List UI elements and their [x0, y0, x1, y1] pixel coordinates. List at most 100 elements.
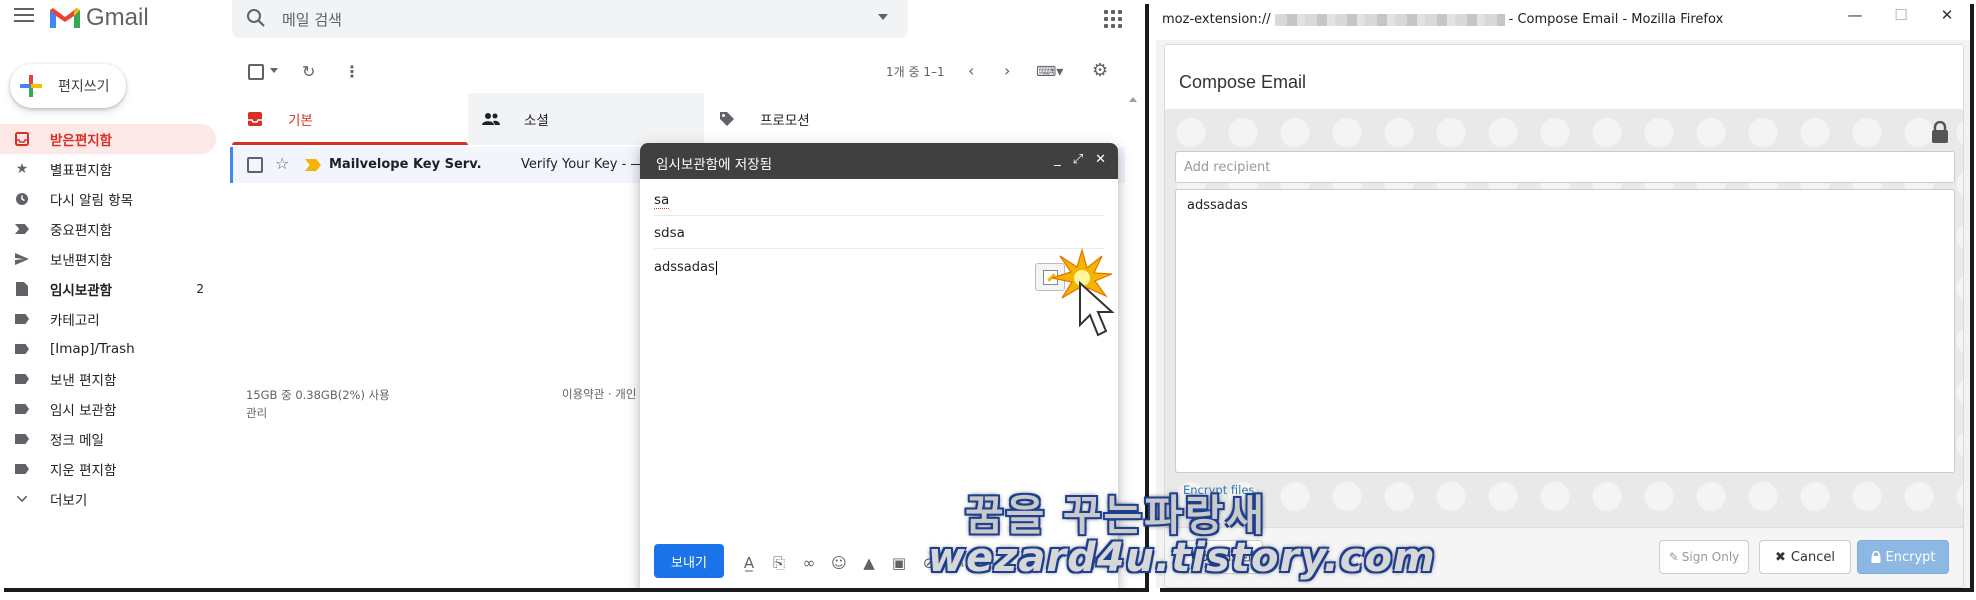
tab-social[interactable]: 소셜	[468, 93, 704, 145]
tab-promotions[interactable]: 프로모션	[704, 93, 940, 145]
pagination-text: 1개 중 1–1	[886, 65, 945, 79]
compose-button[interactable]: 편지쓰기	[10, 64, 126, 108]
expand-icon[interactable]: ⤢	[1073, 152, 1083, 167]
drive-icon[interactable]: ▲	[860, 554, 878, 572]
sidebar-item-label: 더보기	[50, 493, 88, 509]
more-options-icon[interactable]: ⋮	[344, 64, 360, 80]
keyboard-icon[interactable]: ⌨▾	[1036, 64, 1063, 80]
close-icon[interactable]: ✕	[1095, 152, 1106, 167]
sidebar-item-imap-trash[interactable]: [Imap]/Trash	[0, 334, 216, 364]
importance-marker-icon[interactable]	[305, 159, 321, 171]
window-minimize-button[interactable]: —	[1832, 6, 1878, 24]
clock-icon	[14, 191, 30, 207]
window-titlebar[interactable]: moz-extension:// - Compose Email - Mozill…	[1156, 0, 1970, 40]
sidebar-item-sent-folder[interactable]: 보낸 편지함	[0, 364, 216, 394]
search-options-icon[interactable]	[878, 14, 888, 20]
sidebar-item-label: 중요편지함	[50, 223, 113, 239]
cancel-label: Cancel	[1790, 549, 1835, 565]
to-field[interactable]: sa	[654, 183, 1104, 216]
search-bar[interactable]: 메일 검색	[232, 0, 908, 38]
blurred-url	[1274, 13, 1505, 26]
select-options-icon[interactable]	[270, 68, 278, 73]
recipient-input[interactable]: Add recipient	[1175, 151, 1955, 183]
gmail-m-icon	[50, 8, 80, 28]
plus-icon	[20, 75, 42, 97]
text-format-icon[interactable]: A̲	[740, 554, 758, 572]
label-icon	[14, 461, 30, 477]
select-all-checkbox[interactable]	[248, 64, 264, 80]
sidebar-item-label: 임시 보관함	[50, 403, 117, 419]
sidebar-item-more[interactable]: 더보기	[0, 484, 216, 514]
window-title: moz-extension:// - Compose Email - Mozill…	[1162, 12, 1723, 27]
sidebar-item-sent[interactable]: 보낸편지함	[0, 244, 216, 274]
compose-title: 임시보관함에 저장됨	[656, 157, 773, 173]
email-sender: Mailvelope Key Serv.	[329, 157, 482, 172]
main-menu-icon[interactable]	[14, 8, 34, 24]
subject-field[interactable]: sdsa	[654, 216, 1104, 249]
label-icon	[14, 311, 30, 327]
category-tabs: 기본 소셜 프로모션	[232, 93, 1125, 145]
minimize-icon[interactable]: _	[1054, 152, 1061, 167]
search-input[interactable]: 메일 검색	[282, 9, 342, 30]
message-editor[interactable]: adssadas	[1175, 189, 1955, 473]
sidebar-item-inbox[interactable]: 받은편지함	[0, 124, 216, 154]
manage-storage-link[interactable]: 관리	[246, 404, 390, 422]
cancel-button[interactable]: ✖ Cancel	[1759, 540, 1851, 574]
image-icon[interactable]: ▣	[890, 554, 908, 572]
emoji-icon[interactable]: ☺	[830, 554, 848, 572]
next-page-icon[interactable]: ›	[1004, 63, 1010, 79]
draft-icon	[14, 281, 30, 297]
search-icon[interactable]	[246, 8, 266, 28]
compose-header[interactable]: 임시보관함에 저장됨 _ ⤢ ✕	[640, 143, 1118, 179]
mail-toolbar: ↻ ⋮ 1개 중 1–1 ‹ › ⌨▾ ⚙	[248, 58, 1118, 86]
mailvelope-header: Compose Email	[1165, 45, 1963, 109]
close-icon: ✖	[1775, 549, 1786, 565]
sign-only-button[interactable]: ✎ Sign Only	[1659, 540, 1749, 574]
window-close-button[interactable]: ✕	[1924, 6, 1970, 24]
label-icon	[14, 341, 30, 357]
tab-label: 소셜	[524, 113, 549, 129]
send-button[interactable]: 보내기	[654, 544, 724, 578]
sidebar-item-label: 정크 메일	[50, 433, 104, 449]
attach-icon[interactable]: ⎘	[770, 554, 788, 572]
apps-grid-icon[interactable]	[1104, 10, 1122, 28]
sidebar-item-label: 다시 알림 항목	[50, 193, 134, 209]
watermark-title: 꿈을 꾸는파랑새	[965, 491, 1267, 540]
tab-primary[interactable]: 기본	[232, 93, 468, 145]
terms-links[interactable]: 이용약관 · 개인	[562, 386, 636, 402]
refresh-icon[interactable]: ↻	[302, 64, 315, 80]
compose-body[interactable]: adssadas	[654, 260, 717, 275]
sidebar-item-label: [Imap]/Trash	[50, 341, 135, 357]
sidebar-item-important[interactable]: 중요편지함	[0, 214, 216, 244]
window-maximize-button[interactable]: ☐	[1878, 6, 1924, 24]
sidebar-item-drafts[interactable]: 임시보관함 2	[0, 274, 216, 304]
encrypt-button[interactable]: Encrypt	[1857, 540, 1949, 574]
storage-usage-text: 15GB 중 0.38GB(2%) 사용	[246, 388, 390, 402]
chevron-down-icon	[14, 491, 30, 507]
gmail-logo[interactable]: Gmail	[48, 3, 149, 33]
sidebar-item-snoozed[interactable]: 다시 알림 항목	[0, 184, 216, 214]
star-outline-icon[interactable]: ☆	[275, 156, 289, 172]
compose-label: 편지쓰기	[58, 79, 110, 95]
firefox-window: moz-extension:// - Compose Email - Mozill…	[1156, 0, 1970, 588]
sidebar-item-starred[interactable]: ★ 별표편지함	[0, 154, 216, 184]
people-icon	[482, 110, 500, 128]
recipient-placeholder: Add recipient	[1184, 160, 1271, 175]
encrypt-label: Encrypt	[1885, 549, 1936, 565]
sidebar-item-category[interactable]: 카테고리	[0, 304, 216, 334]
mouse-cursor-icon	[1079, 281, 1115, 337]
gmail-logo-text: Gmail	[86, 4, 149, 31]
page-title: Compose Email	[1179, 72, 1307, 92]
sidebar-item-drafts-folder[interactable]: 임시 보관함	[0, 394, 216, 424]
sidebar-item-junk[interactable]: 정크 메일	[0, 424, 216, 454]
draft-count-badge: 2	[196, 282, 204, 296]
label-icon	[14, 401, 30, 417]
label-icon	[14, 431, 30, 447]
sidebar-item-label: 임시보관함	[50, 283, 113, 299]
prev-page-icon[interactable]: ‹	[968, 63, 974, 79]
lock-icon[interactable]	[1931, 121, 1949, 143]
link-icon[interactable]: ∞	[800, 554, 818, 572]
row-checkbox[interactable]	[247, 157, 263, 173]
sidebar-item-deleted[interactable]: 지운 편지함	[0, 454, 216, 484]
gear-icon[interactable]: ⚙	[1092, 62, 1108, 80]
